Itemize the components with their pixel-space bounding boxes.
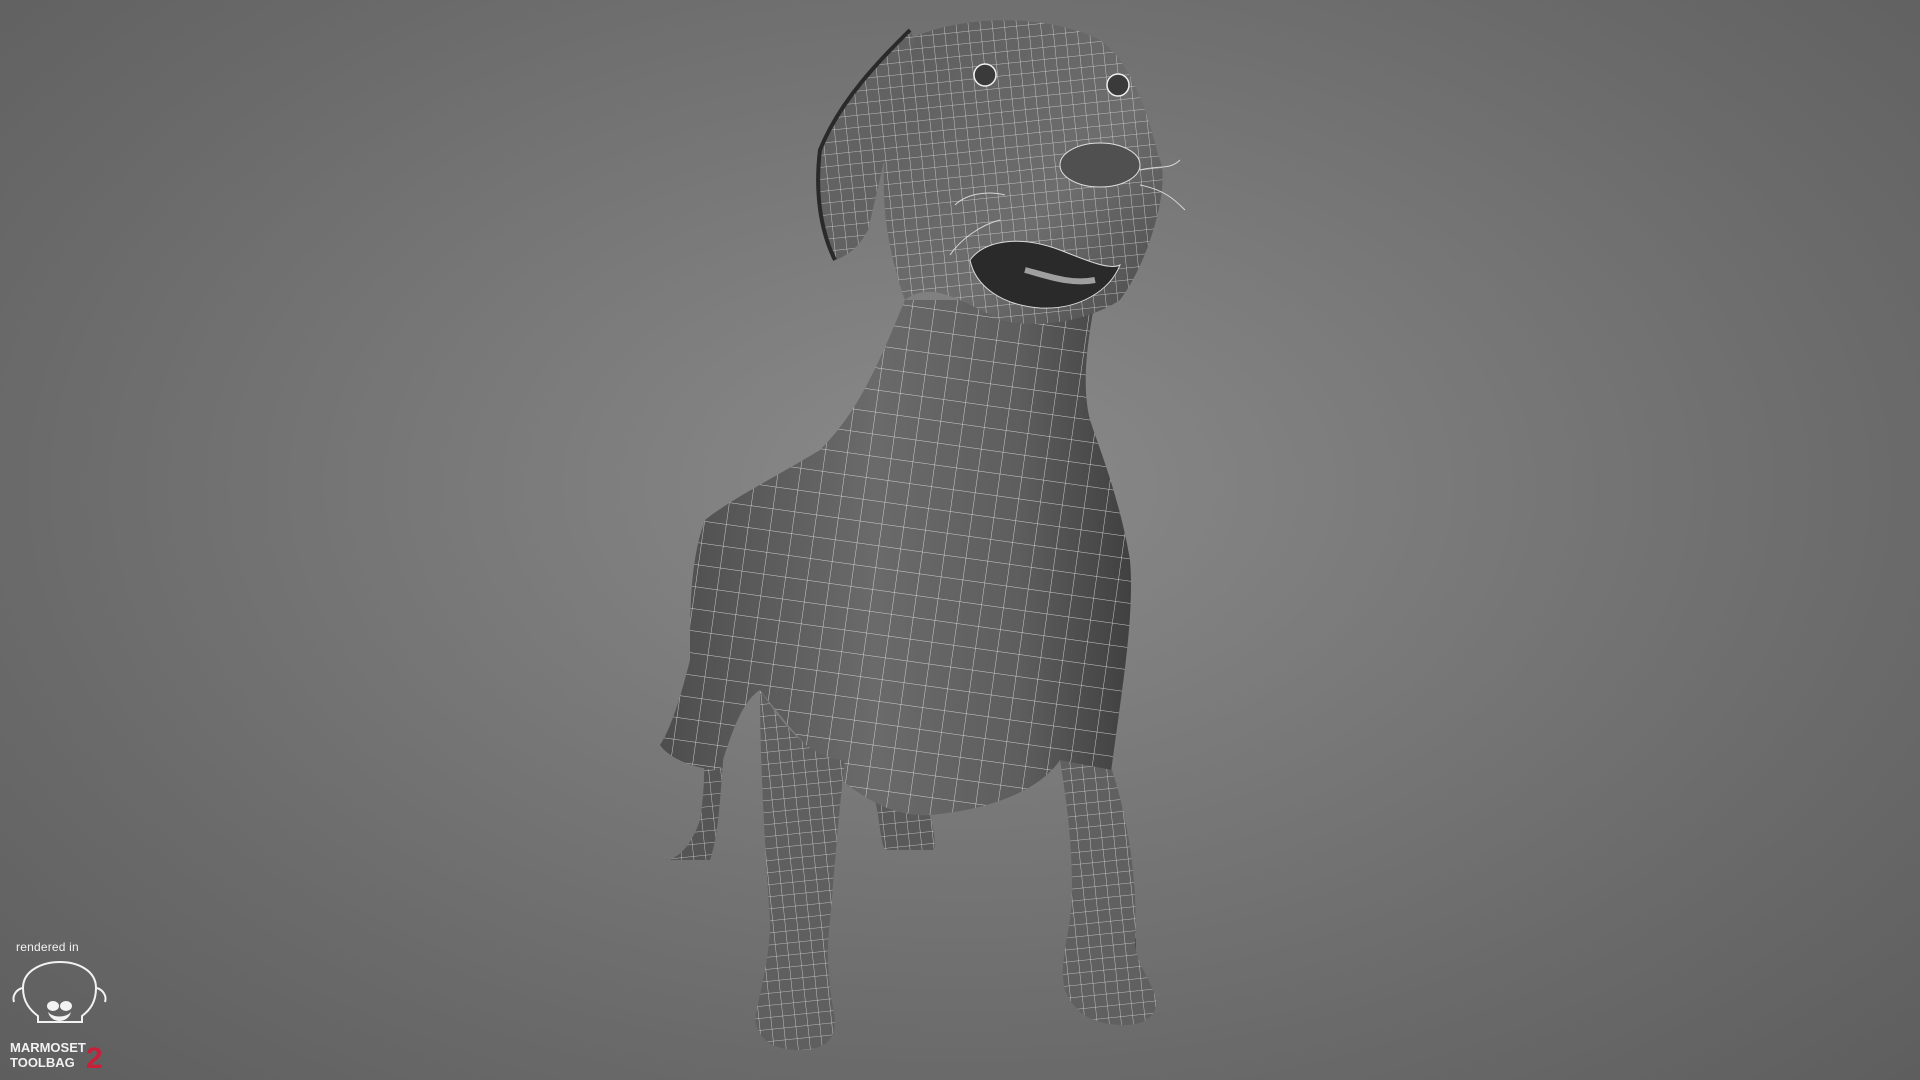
render-watermark: rendered in MARMOSET TOOLBAG 2 [8,940,118,1072]
render-viewport: rendered in MARMOSET TOOLBAG 2 [0,0,1920,1080]
watermark-version: 2 [86,1042,103,1072]
watermark-caption: rendered in [16,940,79,954]
watermark-brand-line2: TOOLBAG [10,1055,75,1070]
front-right-leg [1060,760,1157,1025]
dog-left-eye [973,63,997,87]
dog-nose [1059,142,1141,188]
marmoset-toolbag-logo: MARMOSET TOOLBAG 2 [10,960,107,1072]
watermark-brand-line1: MARMOSET [10,1040,86,1055]
dog-wireframe-model [660,20,1186,1050]
dog-right-eye [1106,73,1130,97]
